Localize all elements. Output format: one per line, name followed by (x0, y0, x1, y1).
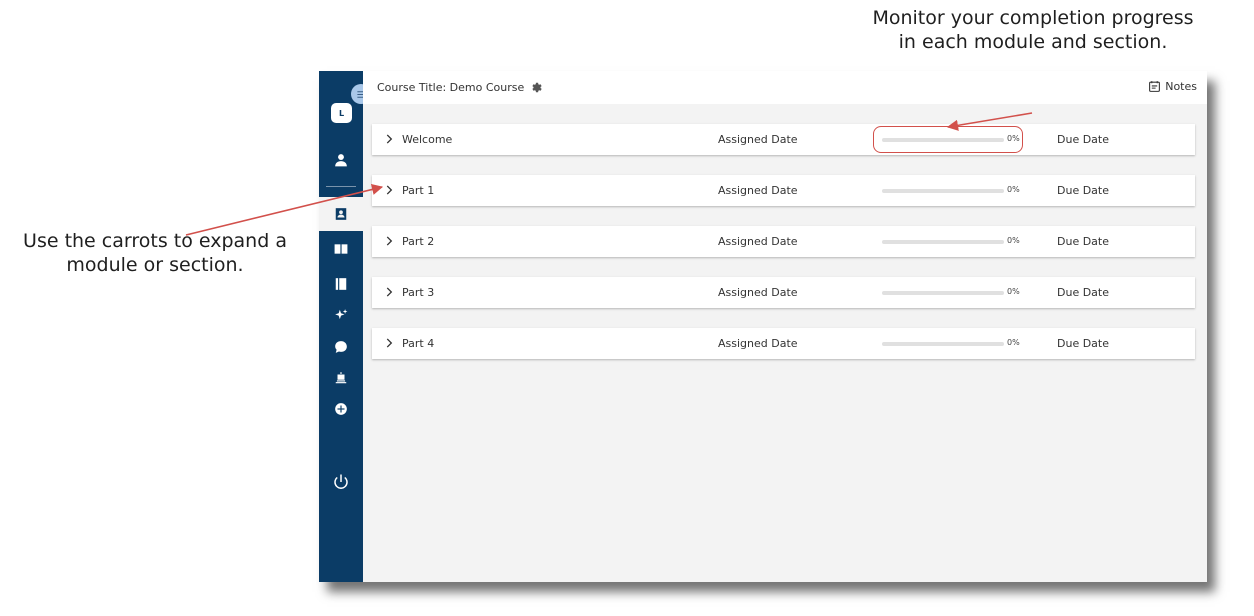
gear-icon[interactable] (530, 81, 543, 94)
module-title: Part 3 (402, 286, 435, 299)
app-window: L Course Title: Demo Course Notes Welcom… (319, 71, 1207, 582)
annotation-carrots: Use the carrots to expand a module or se… (23, 230, 287, 277)
course-title: Course Title: Demo Course (377, 81, 543, 94)
notes-icon (1149, 81, 1161, 92)
user-icon[interactable] (319, 149, 363, 171)
assigned-date: Assigned Date (718, 133, 798, 146)
assigned-date: Assigned Date (718, 235, 798, 248)
due-date: Due Date (1057, 235, 1109, 248)
header-bar: Course Title: Demo Course Notes (363, 71, 1207, 104)
due-date: Due Date (1057, 184, 1109, 197)
notes-button[interactable]: Notes (1148, 80, 1197, 93)
chevron-right-icon[interactable] (382, 234, 396, 248)
sidebar-divider (326, 186, 356, 187)
book-icon[interactable] (319, 273, 363, 295)
chevron-right-icon[interactable] (382, 132, 396, 146)
due-date: Due Date (1057, 133, 1109, 146)
due-date: Due Date (1057, 286, 1109, 299)
progress-label: 0% (1007, 287, 1020, 296)
module-row[interactable]: Welcome Assigned Date 0% Due Date (372, 124, 1195, 155)
sparkle-icon[interactable] (319, 304, 363, 326)
annotation-progress: Monitor your completion progress in each… (872, 7, 1194, 54)
course-title-text: Course Title: Demo Course (377, 81, 525, 94)
module-title: Part 2 (402, 235, 435, 248)
power-icon[interactable] (319, 469, 363, 495)
chevron-right-icon[interactable] (382, 285, 396, 299)
book-open-icon[interactable] (319, 238, 363, 260)
progress-label: 0% (1007, 338, 1020, 347)
robot-icon[interactable] (319, 367, 363, 389)
module-row[interactable]: Part 4 Assigned Date 0% Due Date (372, 328, 1195, 359)
progress-bar (882, 240, 1004, 244)
notes-label: Notes (1165, 80, 1197, 93)
chevron-right-icon[interactable] (382, 336, 396, 350)
progress-bar (882, 342, 1004, 346)
contact-card-icon (319, 203, 363, 225)
sidebar: L (319, 71, 363, 582)
add-circle-icon[interactable] (319, 398, 363, 420)
assigned-date: Assigned Date (718, 337, 798, 350)
module-title: Part 4 (402, 337, 435, 350)
assigned-date: Assigned Date (718, 184, 798, 197)
progress-bar (882, 189, 1004, 193)
avatar[interactable]: L (331, 103, 352, 123)
sidebar-item-courses[interactable] (319, 197, 363, 231)
progress-bar (882, 291, 1004, 295)
module-row[interactable]: Part 3 Assigned Date 0% Due Date (372, 277, 1195, 308)
chevron-right-icon[interactable] (382, 183, 396, 197)
chat-icon[interactable] (319, 336, 363, 358)
progress-highlight-box (873, 126, 1023, 153)
module-title: Welcome (402, 133, 453, 146)
progress-label: 0% (1007, 185, 1020, 194)
module-row[interactable]: Part 1 Assigned Date 0% Due Date (372, 175, 1195, 206)
progress-label: 0% (1007, 236, 1020, 245)
due-date: Due Date (1057, 337, 1109, 350)
assigned-date: Assigned Date (718, 286, 798, 299)
module-title: Part 1 (402, 184, 435, 197)
module-row[interactable]: Part 2 Assigned Date 0% Due Date (372, 226, 1195, 257)
